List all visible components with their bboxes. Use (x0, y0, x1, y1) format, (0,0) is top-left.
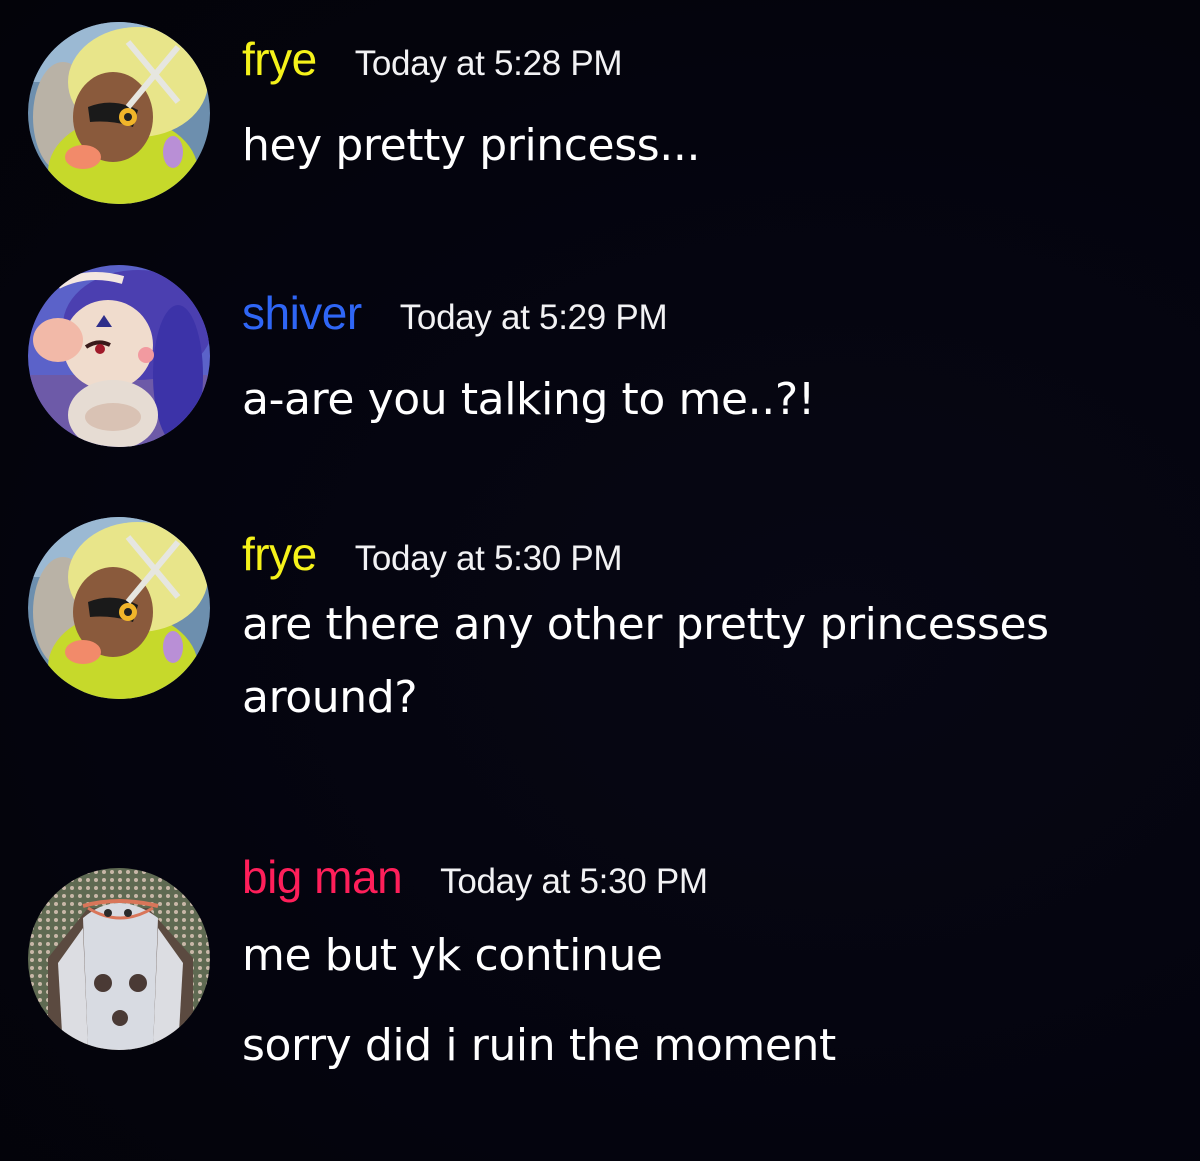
message-text: sorry did i ruin the moment (242, 1020, 836, 1071)
shiver-avatar-image (28, 265, 210, 447)
message-header: shiver Today at 5:29 PM (242, 286, 668, 340)
timestamp: Today at 5:28 PM (354, 44, 623, 83)
username[interactable]: big man (242, 850, 403, 904)
message-header: frye Today at 5:30 PM (242, 527, 623, 581)
username[interactable]: frye (242, 32, 317, 86)
avatar-frye[interactable] (28, 22, 210, 204)
message-text: hey pretty princess... (242, 120, 701, 171)
frye-avatar-image (28, 22, 210, 204)
timestamp: Today at 5:30 PM (354, 539, 623, 578)
big-man-avatar-image (28, 868, 210, 1050)
message-header: frye Today at 5:28 PM (242, 32, 623, 86)
message-text: are there any other pretty princesses (242, 599, 1049, 650)
avatar-frye[interactable] (28, 517, 210, 699)
timestamp: Today at 5:30 PM (440, 862, 708, 901)
avatar-shiver[interactable] (28, 265, 210, 447)
avatar-big-man[interactable] (28, 868, 210, 1050)
message-text: around? (242, 672, 418, 723)
message-header: big man Today at 5:30 PM (242, 850, 708, 904)
username[interactable]: frye (242, 527, 317, 581)
username[interactable]: shiver (242, 286, 362, 340)
message-text: a-are you talking to me..?! (242, 374, 816, 425)
timestamp: Today at 5:29 PM (399, 298, 668, 337)
frye-avatar-image (28, 517, 210, 699)
message-text: me but yk continue (242, 930, 663, 981)
